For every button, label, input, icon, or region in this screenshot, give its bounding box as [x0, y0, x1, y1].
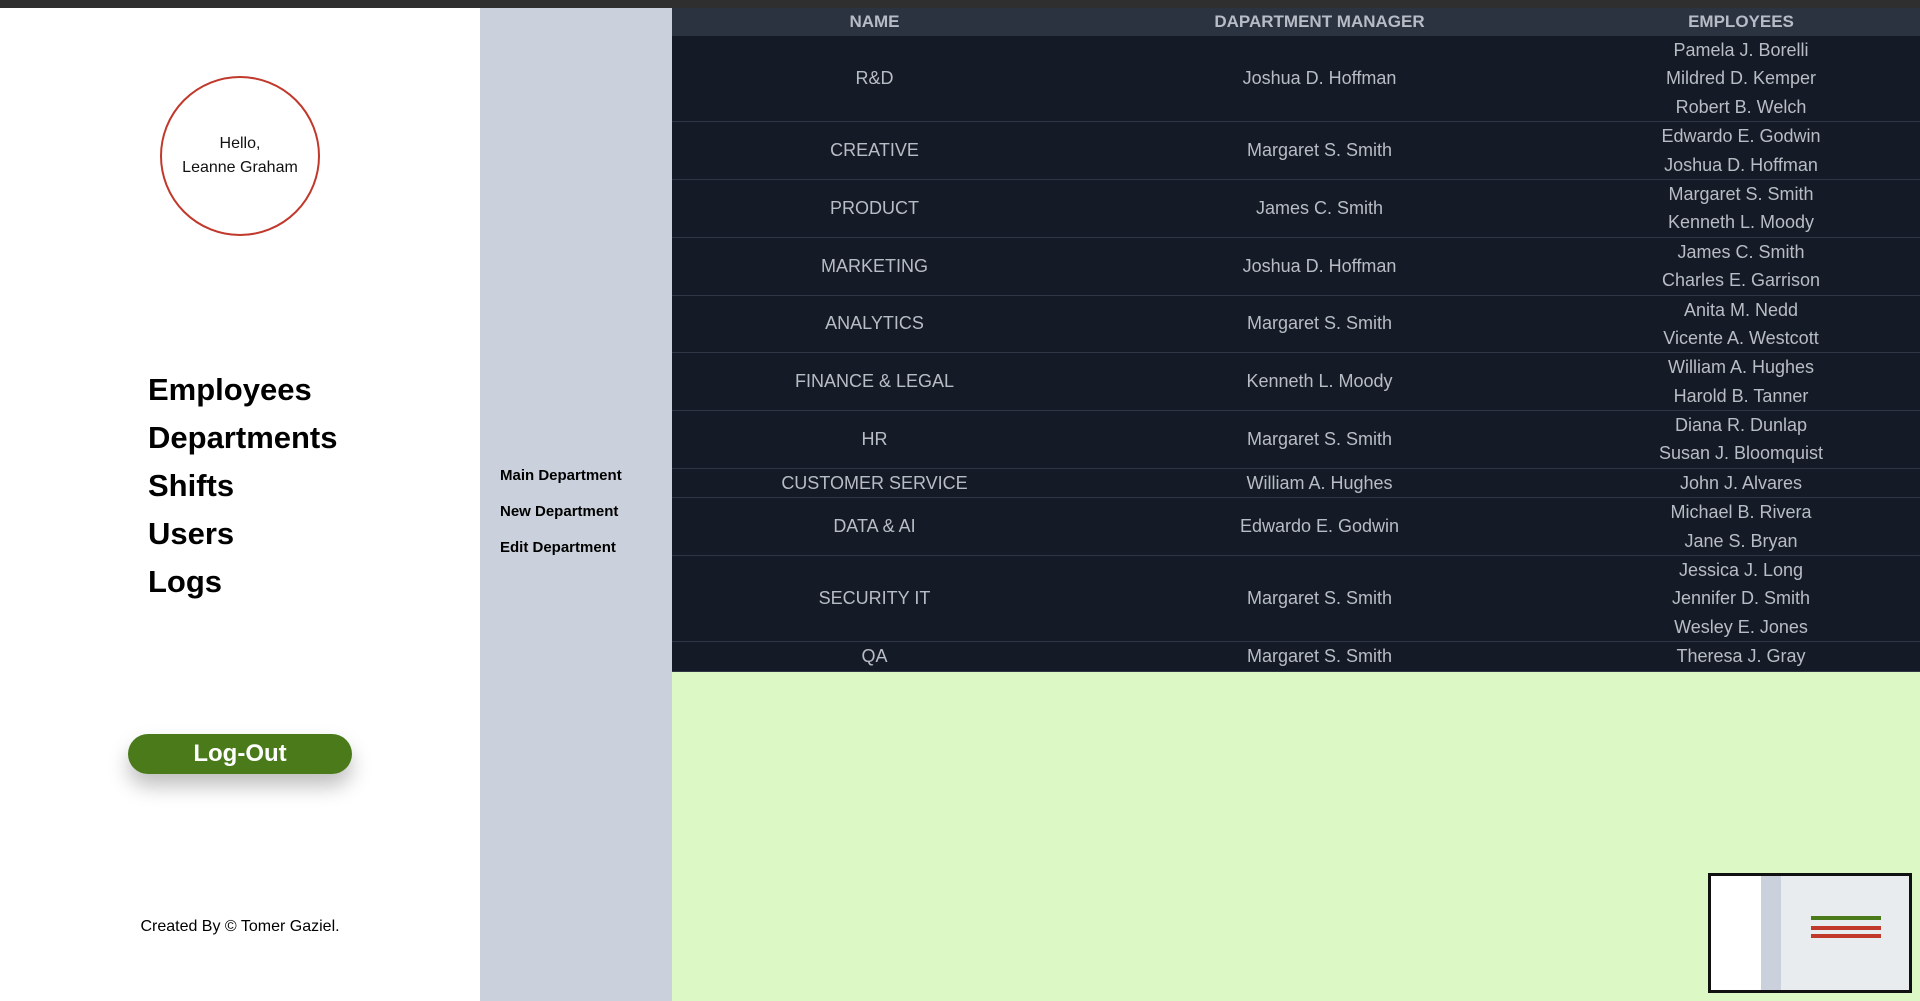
- employee-name: Jennifer D. Smith: [1671, 588, 1811, 609]
- department-manager-cell: Margaret S. Smith: [1077, 641, 1562, 672]
- employees-cell: Edwardo E. Godwin Joshua D. Hoffman: [1562, 121, 1920, 180]
- department-subnav: Main Department New Department Edit Depa…: [480, 8, 672, 1001]
- column-header-manager: DAPARTMENT MANAGER: [1077, 8, 1562, 36]
- thumbnail-main: [1781, 876, 1909, 990]
- employees-cell: Jessica J. Long Jennifer D. Smith Wesley E…: [1562, 555, 1920, 643]
- table-row[interactable]: FINANCE & LEGAL Kenneth L. Moody William A…: [672, 352, 1920, 412]
- employees-cell: Pamela J. Borelli Mildred D. Kemper Robert…: [1562, 36, 1920, 123]
- subnav-edit-department[interactable]: Edit Department: [500, 530, 622, 566]
- nav-shifts[interactable]: Shifts: [148, 462, 338, 510]
- employee-name: Kenneth L. Moody: [1667, 212, 1815, 233]
- employee-name: Robert B. Welch: [1675, 96, 1807, 117]
- table-row[interactable]: HR Margaret S. Smith Diana R. Dunlap Susan …: [672, 410, 1920, 469]
- employee-name: Pamela J. Borelli: [1673, 40, 1809, 60]
- employee-name: Jane S. Bryan: [1684, 530, 1798, 551]
- table-body: R&D Joshua D. Hoffman Pamela J. Borelli Mil…: [672, 36, 1920, 672]
- departments-table: NAME DAPARTMENT MANAGER EMPLOYEES R&D Jos…: [672, 8, 1920, 672]
- department-name-cell: SECURITY IT: [672, 555, 1077, 643]
- employees-cell: James C. Smith Charles E. Garrison: [1562, 237, 1920, 296]
- greeting-hello: Hello,: [219, 135, 261, 152]
- employee-name: Jessica J. Long: [1678, 560, 1804, 581]
- department-manager-cell: James C. Smith: [1077, 179, 1562, 238]
- employee-name: James C. Smith: [1677, 241, 1805, 262]
- employee-name: Harold B. Tanner: [1673, 385, 1809, 406]
- thumbnail-bar: [1811, 926, 1881, 930]
- table-row[interactable]: CUSTOMER SERVICE William A. Hughes John J.…: [672, 468, 1920, 499]
- department-manager-cell: Margaret S. Smith: [1077, 121, 1562, 180]
- employee-name: Mildred D. Kemper: [1665, 68, 1817, 89]
- thumbnail-bar: [1811, 916, 1881, 920]
- department-name-cell: PRODUCT: [672, 179, 1077, 238]
- department-manager-cell: William A. Hughes: [1077, 468, 1562, 499]
- sidebar: Hello, Leanne Graham Employees Departmen…: [0, 8, 480, 1001]
- table-row[interactable]: CREATIVE Margaret S. Smith Edwardo E. Godw…: [672, 121, 1920, 180]
- subnav-new-department[interactable]: New Department: [500, 494, 622, 530]
- nav-departments[interactable]: Departments: [148, 414, 338, 462]
- logout-button[interactable]: Log-Out: [128, 734, 352, 774]
- thumbnail-sidebar: [1711, 876, 1761, 990]
- employee-name: Charles E. Garrison: [1661, 270, 1821, 291]
- table-row[interactable]: QA Margaret S. Smith Theresa J. Gray: [672, 641, 1920, 672]
- department-name-cell: CUSTOMER SERVICE: [672, 468, 1077, 499]
- employee-name: Anita M. Nedd: [1683, 299, 1799, 320]
- nav-employees[interactable]: Employees: [148, 366, 338, 414]
- department-manager-cell: Joshua D. Hoffman: [1077, 36, 1562, 123]
- department-name-cell: ANALYTICS: [672, 295, 1077, 354]
- employees-cell: John J. Alvares: [1562, 468, 1920, 499]
- employees-cell: Anita M. Nedd Vicente A. Westcott: [1562, 295, 1920, 354]
- employee-name: Theresa J. Gray: [1676, 646, 1806, 667]
- content-area: NAME DAPARTMENT MANAGER EMPLOYEES R&D Jos…: [672, 8, 1920, 1001]
- employees-cell: Theresa J. Gray: [1562, 641, 1920, 672]
- employee-name: Vicente A. Westcott: [1663, 327, 1819, 348]
- department-manager-cell: Joshua D. Hoffman: [1077, 237, 1562, 296]
- department-name-cell: FINANCE & LEGAL: [672, 352, 1077, 412]
- table-row[interactable]: PRODUCT James C. Smith Margaret S. Smith Ke…: [672, 179, 1920, 238]
- table-row[interactable]: ANALYTICS Margaret S. Smith Anita M. Nedd V…: [672, 295, 1920, 354]
- department-manager-cell: Margaret S. Smith: [1077, 410, 1562, 469]
- greeting-user-name: Leanne Graham: [182, 159, 298, 176]
- subnav-list: Main Department New Department Edit Depa…: [500, 458, 622, 566]
- column-header-name: NAME: [672, 8, 1077, 36]
- table-header-row: NAME DAPARTMENT MANAGER EMPLOYEES: [672, 8, 1920, 36]
- department-name-cell: R&D: [672, 36, 1077, 123]
- column-header-employees: EMPLOYEES: [1562, 8, 1920, 36]
- main-nav: Employees Departments Shifts Users Logs: [148, 366, 338, 606]
- employee-name: Wesley E. Jones: [1674, 616, 1808, 637]
- credit-footer: Created By © Tomer Gaziel.: [140, 918, 340, 935]
- subnav-main-department[interactable]: Main Department: [500, 458, 622, 494]
- thumbnail-bar: [1811, 934, 1881, 938]
- department-name-cell: QA: [672, 641, 1077, 672]
- screenshot-thumbnail[interactable]: [1708, 873, 1912, 993]
- greeting-circle: Hello, Leanne Graham: [160, 76, 320, 236]
- employees-cell: Michael B. Rivera Jane S. Bryan: [1562, 497, 1920, 557]
- employee-name: Edwardo E. Godwin: [1661, 126, 1821, 147]
- thumbnail-subnav: [1761, 876, 1781, 990]
- table-row[interactable]: DATA & AI Edwardo E. Godwin Michael B. Riv…: [672, 497, 1920, 557]
- department-manager-cell: Kenneth L. Moody: [1077, 352, 1562, 412]
- department-manager-cell: Margaret S. Smith: [1077, 555, 1562, 643]
- table-row[interactable]: MARKETING Joshua D. Hoffman James C. Smith…: [672, 237, 1920, 296]
- department-manager-cell: Edwardo E. Godwin: [1077, 497, 1562, 557]
- employee-name: Susan J. Bloomquist: [1658, 443, 1824, 464]
- employees-cell: Margaret S. Smith Kenneth L. Moody: [1562, 179, 1920, 238]
- employee-name: Margaret S. Smith: [1668, 183, 1814, 204]
- employees-cell: Diana R. Dunlap Susan J. Bloomquist: [1562, 410, 1920, 469]
- table-row[interactable]: R&D Joshua D. Hoffman Pamela J. Borelli Mil…: [672, 36, 1920, 123]
- employee-name: Joshua D. Hoffman: [1664, 154, 1818, 175]
- table-row[interactable]: SECURITY IT Margaret S. Smith Jessica J. L…: [672, 555, 1920, 643]
- nav-logs[interactable]: Logs: [148, 558, 338, 606]
- department-manager-cell: Margaret S. Smith: [1077, 295, 1562, 354]
- nav-users[interactable]: Users: [148, 510, 338, 558]
- employee-name: Diana R. Dunlap: [1674, 415, 1808, 436]
- department-name-cell: HR: [672, 410, 1077, 469]
- employees-cell: William A. Hughes Harold B. Tanner: [1562, 352, 1920, 412]
- department-name-cell: DATA & AI: [672, 497, 1077, 557]
- employee-name: Michael B. Rivera: [1670, 502, 1812, 523]
- employee-name: John J. Alvares: [1679, 472, 1803, 493]
- employee-name: William A. Hughes: [1667, 357, 1815, 378]
- department-name-cell: MARKETING: [672, 237, 1077, 296]
- browser-top-bar: [0, 0, 1920, 8]
- department-name-cell: CREATIVE: [672, 121, 1077, 180]
